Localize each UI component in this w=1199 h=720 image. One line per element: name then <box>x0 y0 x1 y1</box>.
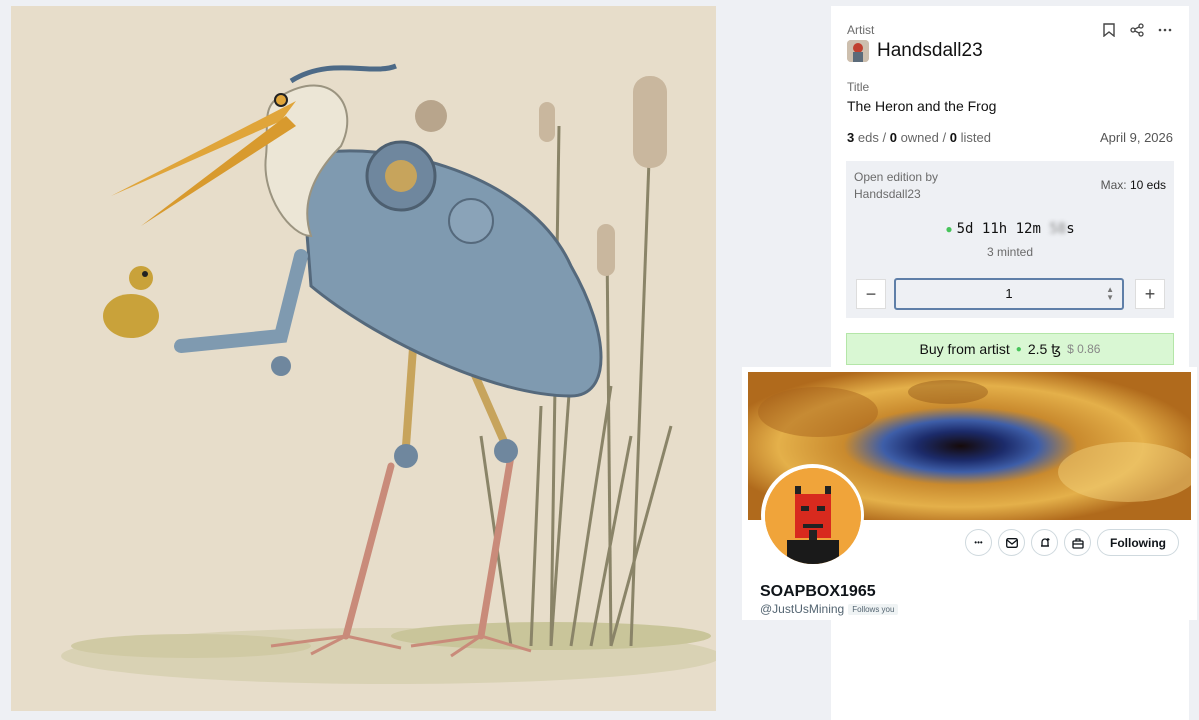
quantity-input[interactable]: 1 ▲ ▼ <box>894 278 1124 310</box>
countdown-seconds: 58 <box>1049 221 1067 237</box>
listed-label: listed <box>960 130 991 145</box>
buy-price: 2.5 ꜩ <box>1027 340 1062 357</box>
bell-plus-icon <box>1040 537 1049 547</box>
open-edition-artist[interactable]: Handsdall23 <box>854 186 974 203</box>
minted-count: 3 minted <box>986 245 1034 259</box>
more-options-button[interactable]: ••• <box>965 529 992 556</box>
listed-count: 0 <box>949 130 957 145</box>
more-icon[interactable] <box>1157 22 1173 38</box>
share-icon[interactable] <box>1129 22 1145 38</box>
following-button[interactable]: Following <box>1097 529 1179 556</box>
spinner-icon[interactable]: ▲ ▼ <box>1106 286 1114 302</box>
decrease-quantity-button[interactable]: − <box>856 279 886 309</box>
follows-you-badge: Follows you <box>848 604 899 616</box>
action-icons <box>1101 22 1173 38</box>
profile-avatar[interactable] <box>761 464 864 567</box>
open-edition-info: Open edition by Handsdall23 <box>854 169 974 203</box>
profile-display-name: SOAPBOX1965 <box>760 583 876 600</box>
release-date: April 9, 2026 <box>1100 130 1173 145</box>
edition-stats: 3 eds / 0 owned / 0 listed <box>847 130 991 145</box>
buy-label: Buy from artist <box>919 341 1010 357</box>
subscribe-button[interactable] <box>1064 529 1091 556</box>
live-dot-icon: ● <box>945 222 953 236</box>
notifications-button[interactable] <box>1031 529 1058 556</box>
gift-icon <box>1071 537 1084 549</box>
owned-label: owned <box>900 130 939 145</box>
artwork-image[interactable] <box>11 6 716 711</box>
owned-count: 0 <box>889 130 897 145</box>
buy-dot-icon: ● <box>1015 343 1022 355</box>
max-editions: Max: 10 eds <box>1101 178 1166 192</box>
buy-from-artist-button[interactable]: Buy from artist ● 2.5 ꜩ $ 0.86 <box>846 333 1174 365</box>
envelope-icon <box>1005 537 1018 548</box>
profile-card: ••• Following SOAPBOX1965 @JustUsMining F… <box>742 367 1197 620</box>
profile-handle-row: @JustUsMining Follows you <box>760 602 899 616</box>
bookmark-icon[interactable] <box>1101 22 1117 38</box>
artist-row[interactable]: Handsdall23 <box>847 40 983 62</box>
title-label: Title <box>847 80 870 94</box>
countdown-timer: ● 5d 11h 12m 58s <box>846 221 1174 237</box>
max-label: Max: <box>1100 178 1127 192</box>
profile-handle[interactable]: @JustUsMining <box>760 602 844 616</box>
artist-label: Artist <box>847 23 875 37</box>
countdown-unit: s <box>1066 221 1075 237</box>
eds-count: 3 <box>847 130 855 145</box>
artist-name[interactable]: Handsdall23 <box>877 40 983 62</box>
artwork-title: The Heron and the Frog <box>847 98 997 114</box>
quantity-value: 1 <box>1005 286 1013 301</box>
profile-actions: ••• Following <box>965 529 1179 556</box>
eds-label: eds <box>857 130 879 145</box>
message-button[interactable] <box>998 529 1025 556</box>
countdown-main: 5d 11h 12m <box>956 221 1050 237</box>
buy-usd-price: $ 0.86 <box>1067 342 1101 356</box>
stats-separator: / <box>942 130 947 145</box>
stats-separator: / <box>882 130 887 145</box>
increase-quantity-button[interactable]: + <box>1135 279 1165 309</box>
heron-artwork <box>11 6 716 711</box>
max-value: 10 eds <box>1129 178 1166 192</box>
open-edition-label: Open edition by <box>854 170 939 184</box>
mint-box: Open edition by Handsdall23 Max: 10 eds … <box>846 161 1174 318</box>
artist-avatar <box>847 40 869 62</box>
